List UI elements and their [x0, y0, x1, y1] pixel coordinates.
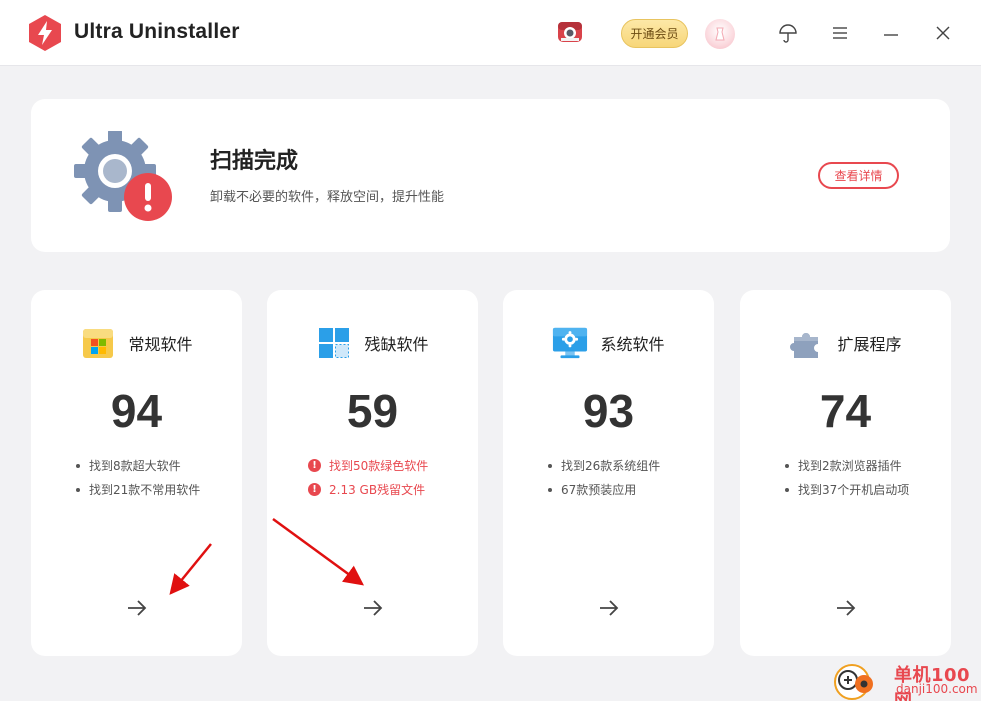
title-bar: Ultra Uninstaller 开通会员 — [0, 0, 981, 66]
card-count: 59 — [346, 385, 399, 437]
list-item: 找到8款超大软件 — [73, 457, 234, 481]
broken-windows-icon — [316, 325, 352, 361]
card-extensions[interactable]: 扩展程序 74 找到2款浏览器插件 找到37个开机启动项 — [740, 290, 951, 656]
arrow-right-icon[interactable] — [125, 596, 149, 620]
list-item: ! 找到50款绿色软件 — [308, 457, 470, 481]
list-item: 找到37个开机启动项 — [782, 481, 943, 505]
arrow-right-icon[interactable] — [597, 596, 621, 620]
card-count: 94 — [110, 385, 163, 437]
card-system-software[interactable]: 系统软件 93 找到26款系统组件 67款预装应用 — [503, 290, 714, 656]
scan-title: 扫描完成 — [210, 149, 299, 174]
camera-icon[interactable] — [557, 19, 583, 45]
scan-result-card: 扫描完成 卸载不必要的软件，释放空间，提升性能 查看详情 — [31, 99, 950, 252]
card-title: 系统软件 — [600, 335, 665, 354]
arrow-right-icon[interactable] — [361, 596, 385, 620]
list-item: ! 2.13 GB残留文件 — [308, 481, 470, 505]
minimize-icon[interactable] — [880, 22, 902, 44]
app-logo-icon — [29, 15, 61, 51]
card-details: 找到26款系统组件 67款预装应用 — [545, 457, 706, 505]
card-title: 扩展程序 — [837, 335, 902, 354]
card-count: 74 — [819, 385, 872, 437]
watermark: 单机100网 danji100.com — [832, 660, 981, 701]
card-header: 残缺软件 — [267, 325, 478, 361]
list-item: 找到21款不常用软件 — [73, 481, 234, 505]
menu-icon[interactable] — [829, 22, 851, 44]
card-details: ! 找到50款绿色软件 ! 2.13 GB残留文件 — [308, 457, 470, 505]
card-broken-software[interactable]: 残缺软件 59 ! 找到50款绿色软件 ! 2.13 GB残留文件 — [267, 290, 478, 656]
card-title: 残缺软件 — [364, 335, 429, 354]
app-title: Ultra Uninstaller — [74, 20, 240, 43]
view-details-button[interactable]: 查看详情 — [818, 162, 899, 189]
puzzle-icon — [789, 325, 825, 361]
system-monitor-icon — [552, 325, 588, 361]
close-icon[interactable] — [932, 22, 954, 44]
card-header: 扩展程序 — [740, 325, 951, 361]
watermark-url: danji100.com — [896, 682, 978, 696]
scan-subtitle: 卸载不必要的软件，释放空间，提升性能 — [210, 190, 445, 205]
alert-icon: ! — [308, 483, 321, 496]
gear-warning-icon — [74, 131, 172, 221]
list-item: 找到26款系统组件 — [545, 457, 706, 481]
card-count: 93 — [582, 385, 635, 437]
card-title: 常规软件 — [128, 335, 193, 354]
list-item: 找到2款浏览器插件 — [782, 457, 943, 481]
card-regular-software[interactable]: 常规软件 94 找到8款超大软件 找到21款不常用软件 — [31, 290, 242, 656]
vip-button[interactable]: 开通会员 — [621, 19, 688, 48]
windows-folder-icon — [80, 325, 116, 361]
arrow-right-icon[interactable] — [834, 596, 858, 620]
skin-icon[interactable] — [777, 22, 799, 44]
card-details: 找到8款超大软件 找到21款不常用软件 — [73, 457, 234, 505]
watermark-logo-icon — [834, 664, 873, 700]
alert-icon: ! — [308, 459, 321, 472]
card-header: 系统软件 — [503, 325, 714, 361]
card-header: 常规软件 — [31, 325, 242, 361]
avatar[interactable] — [705, 19, 735, 49]
list-item: 67款预装应用 — [545, 481, 706, 505]
card-details: 找到2款浏览器插件 找到37个开机启动项 — [782, 457, 943, 505]
